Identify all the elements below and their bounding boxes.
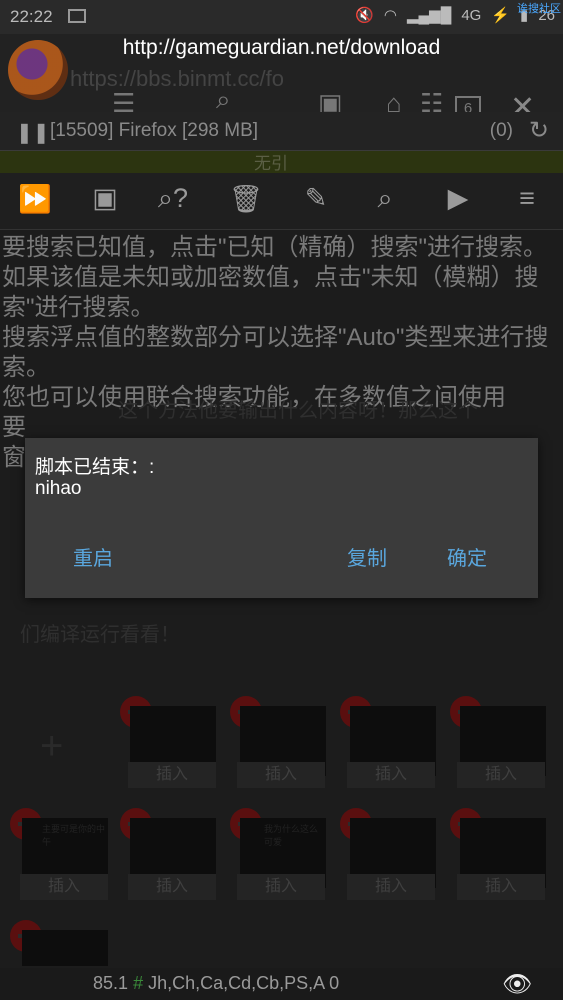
browser-url: https://bbs.binmt.cc/fo <box>70 66 284 91</box>
hash-symbol: # <box>133 973 144 993</box>
edit-icon[interactable]: ✎ <box>298 183 334 214</box>
gameguardian-download-url: http://gameguardian.net/download <box>122 36 441 59</box>
brand-watermark: 诶搜社区 <box>517 3 561 15</box>
gg-bottom-bar: 85.1 # Jh,Ch,Ca,Cd,Cb,PS,A 0 👁 <box>0 968 563 1000</box>
process-label[interactable]: [15509] Firefox [298 MB] <box>50 120 258 142</box>
help-line: 搜索浮点值的整数部分可以选择"Auto"类型来进行搜索。 <box>2 324 549 381</box>
speed-value: 85.1 <box>93 973 129 993</box>
gg-toolbar: ⏩ ▣ ⌕? 🗑 ✎ ⌕ ▶ ≡ <box>0 173 563 230</box>
mute-icon: 🔇 <box>355 7 374 24</box>
gallery-icon <box>68 9 86 23</box>
fast-forward-icon[interactable]: ⏩ <box>17 183 53 215</box>
network-type: 4G <box>461 6 482 24</box>
dialog-message: nihao <box>35 478 82 499</box>
value-types[interactable]: Jh,Ch,Ca,Cd,Cb,PS,A 0 <box>148 973 339 993</box>
insert-button[interactable]: 插入 <box>128 874 216 900</box>
help-line: 要搜索已知值，点击"已知（精确）搜索"进行搜索。 <box>2 234 548 261</box>
status-bar: 22:22 🔇 ◠ ▂▄▆█ 4G ⚡ ▮ 26 诶搜社区 <box>0 0 563 34</box>
signal-icon: ▂▄▆█ <box>407 7 452 24</box>
insert-button[interactable]: 插入 <box>237 874 325 900</box>
refresh-icon[interactable]: ↻ <box>529 116 549 145</box>
process-row: ❚❚ [15509] Firefox [298 MB] (0) ↻ <box>0 112 563 151</box>
wifi-icon: ◠ <box>383 7 398 24</box>
eye-icon[interactable]: 👁 <box>502 970 532 999</box>
menu-icon[interactable]: ≡ <box>509 183 545 214</box>
insert-button[interactable]: 插入 <box>347 762 435 788</box>
status-time: 22:22 <box>10 7 53 26</box>
help-text: 要搜索已知值，点击"已知（精确）搜索"进行搜索。 如果该值是未知或加密数值，点击… <box>2 233 560 473</box>
insert-button[interactable]: 插入 <box>237 762 325 788</box>
save-list-icon[interactable]: ▣ <box>87 183 123 214</box>
search-unknown-icon[interactable]: ⌕? <box>155 183 191 215</box>
script-ended-dialog: 脚本已结束：: nihao 重启 复制 确定 <box>25 438 538 598</box>
bottom-status: 85.1 # Jh,Ch,Ca,Cd,Cb,PS,A 0 <box>93 973 339 994</box>
pause-icon[interactable]: ❚❚ <box>16 120 50 145</box>
insert-button[interactable]: 插入 <box>20 874 108 900</box>
article-line: 这个方法他要输出什么内容呀！那么这个 <box>118 400 478 422</box>
search-icon[interactable]: ⌕ <box>367 183 403 215</box>
insert-button[interactable]: 插入 <box>347 874 435 900</box>
charging-icon: ⚡ <box>491 7 511 24</box>
insert-button[interactable]: 插入 <box>457 874 545 900</box>
insert-button[interactable]: 插入 <box>457 762 545 788</box>
sticker-caption: 我为什么这么可爱 <box>264 824 319 847</box>
status-band: 无引 <box>0 151 563 173</box>
dialog-title: 脚本已结束：: <box>35 457 155 478</box>
band-text: 无引 <box>254 154 288 173</box>
add-image-icon[interactable]: + <box>40 726 80 766</box>
article-line: 们编译运行看看！ <box>20 624 180 646</box>
ok-button[interactable]: 确定 <box>447 542 487 571</box>
copy-button[interactable]: 复制 <box>347 542 387 571</box>
play-icon[interactable]: ▶ <box>440 183 476 214</box>
sticker-caption: 主要可是你的中午 <box>42 824 106 847</box>
image-thumb <box>22 930 108 966</box>
result-count: (0) <box>489 120 513 141</box>
help-line: 如果该值是未知或加密数值，点击"未知（模糊）搜索"进行搜索。 <box>2 264 539 321</box>
delete-icon[interactable]: 🗑 <box>228 183 264 215</box>
insert-button[interactable]: 插入 <box>128 762 216 788</box>
restart-button[interactable]: 重启 <box>73 542 113 571</box>
